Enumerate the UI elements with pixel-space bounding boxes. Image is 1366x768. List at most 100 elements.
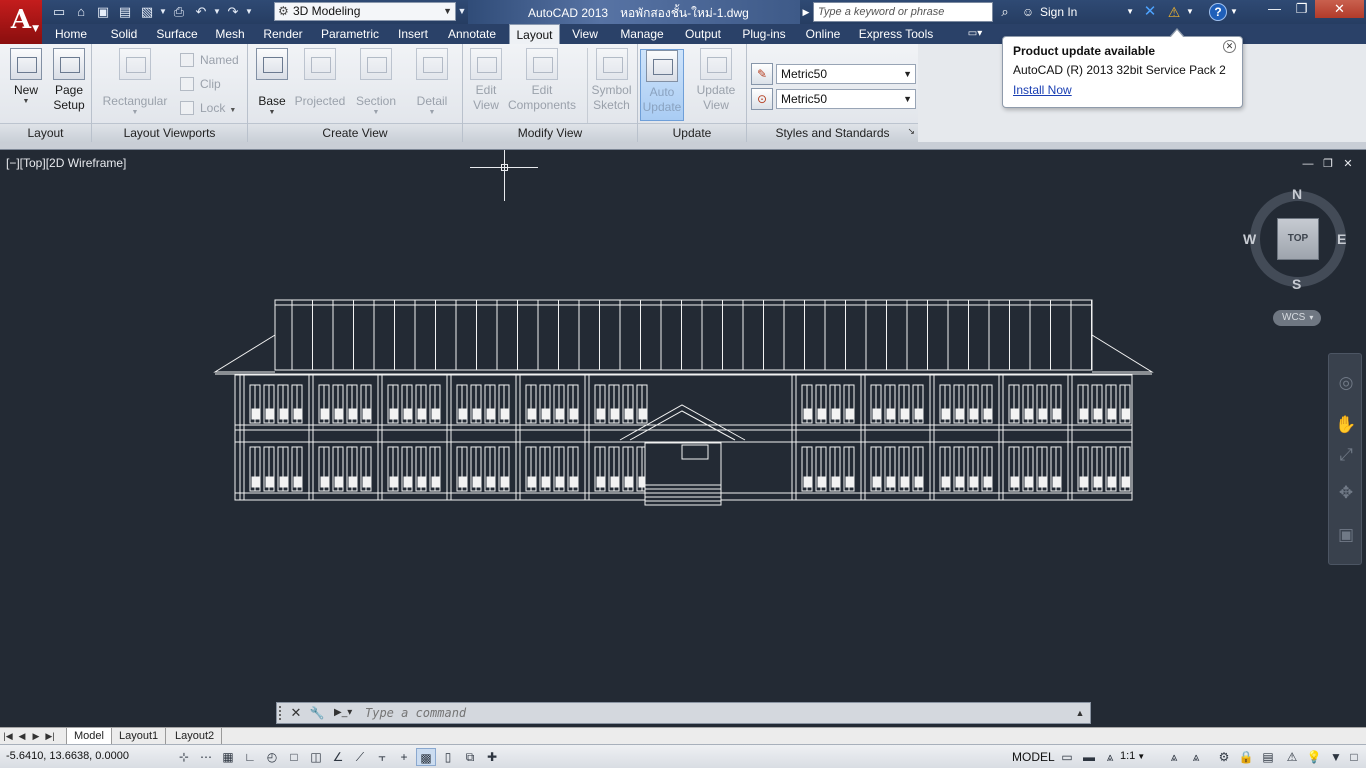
close-button[interactable]: ✕ [1315,0,1364,18]
auto-update-button[interactable]: Auto Update [640,49,684,121]
clean-screen-icon[interactable]: □ [1344,748,1364,766]
polar-tracking-icon[interactable]: ◴ [262,748,282,766]
update-notification-icon[interactable]: ⚠ [1163,2,1185,22]
lock-viewport-button[interactable]: Lock ▼ [178,98,236,118]
tab-insert[interactable]: Insert [392,24,434,44]
chevron-down-icon[interactable]: ▼ [1230,2,1238,22]
command-history-icon[interactable]: ▲ [1073,704,1087,722]
isolate-objects-icon[interactable]: ⚠ [1282,748,1302,766]
first-tab-icon[interactable]: |◀ [2,728,14,744]
tab-layout1[interactable]: Layout1 [112,728,167,744]
section-view-button[interactable]: Section ▼ [350,48,402,124]
tab-online[interactable]: Online [799,24,847,44]
viewport-close-button[interactable]: ✕ [1340,157,1356,171]
quick-view-layouts-icon[interactable]: ▭ [1057,748,1077,766]
ribbon-minimize-icon[interactable]: ▭▾ [962,24,988,44]
viewport-minimize-button[interactable]: — [1300,157,1316,171]
sign-in-button[interactable]: ☺ Sign In ▼ [1020,2,1136,22]
clip-viewport-button[interactable]: Clip [178,74,221,94]
application-menu-button[interactable]: A ▼ [0,0,42,44]
qat-customize-icon[interactable]: ▼ [456,2,468,21]
tab-solid[interactable]: Solid [104,24,144,44]
binoculars-icon[interactable]: ⌕ [995,2,1015,22]
infer-constraints-icon[interactable]: ⊹ [174,748,194,766]
section-view-style-select[interactable]: Metric50 ▼ [776,64,916,84]
annotation-scale-value[interactable]: 1:1 ▼ [1120,750,1145,762]
chevron-down-icon[interactable]: ▼ [244,2,254,22]
open-file-icon[interactable]: ⌂ [70,2,92,22]
workspace-switching-icon[interactable]: ⚙ [1214,748,1234,766]
detail-view-style-icon[interactable]: ⊙ [751,88,773,110]
update-view-button[interactable]: Update View [690,48,742,124]
projected-view-button[interactable]: Projected [292,48,348,124]
tab-home[interactable]: Home [48,24,94,44]
last-tab-icon[interactable]: ▶| [44,728,56,744]
close-icon[interactable]: ✕ [1223,40,1236,53]
detail-view-button[interactable]: Detail ▼ [406,48,458,124]
model-space-toggle[interactable]: MODEL [1012,750,1055,764]
section-view-style-icon[interactable]: ✎ [751,63,773,85]
publish-icon[interactable]: ▧ [136,2,158,22]
object-snap-tracking-icon[interactable]: ∠ [328,748,348,766]
chevron-down-icon[interactable]: ▼ [212,2,222,22]
command-prompt-icon[interactable]: ▶_▾ [334,706,356,720]
undo-icon[interactable]: ↶ [190,2,212,22]
wrench-icon[interactable]: 🔧 [309,704,325,722]
prev-tab-icon[interactable]: ◀ [16,728,28,744]
workspace-dropdown[interactable]: ⚙ 3D Modeling ▼ [274,2,456,21]
tab-surface[interactable]: Surface [152,24,202,44]
tab-plugins[interactable]: Plug-ins [735,24,793,44]
maximize-button[interactable]: ❐ [1288,0,1315,18]
annotation-visibility-icon[interactable]: ⩓ [1164,748,1184,766]
ucs-menu[interactable]: WCS ▾ [1273,310,1321,326]
command-line-grip[interactable] [279,706,285,720]
expand-arrow-icon[interactable]: ▶ [800,0,812,24]
showmotion-icon[interactable]: ▣ [1333,522,1359,548]
object-snap-icon[interactable]: □ [284,748,304,766]
quick-view-drawings-icon[interactable]: ▬ [1079,748,1099,766]
lineweight-icon[interactable]: + [394,748,414,766]
auto-scale-icon[interactable]: ⩓ [1186,748,1206,766]
symbol-sketch-button[interactable]: Symbol Sketch [587,48,635,124]
install-now-link[interactable]: Install Now [1013,83,1072,97]
annotation-monitor-icon[interactable]: ✚ [482,748,502,766]
base-view-button[interactable]: Base ▼ [252,48,292,124]
command-input[interactable] [365,704,1065,722]
chevron-down-icon[interactable]: ▼ [1186,2,1196,22]
compass-south[interactable]: S [1292,276,1301,292]
tab-express-tools[interactable]: Express Tools [855,24,937,44]
tab-view[interactable]: View [566,24,604,44]
save-icon[interactable]: ▣ [92,2,114,22]
tab-mesh[interactable]: Mesh [210,24,250,44]
minimize-button[interactable]: — [1261,0,1288,18]
grid-display-icon[interactable]: ▦ [218,748,238,766]
new-file-icon[interactable]: ▭ [48,2,70,22]
viewcube-top-face[interactable]: TOP [1277,218,1319,260]
cursor-coordinates[interactable]: -5.6410, 13.6638, 0.0000 [6,750,129,762]
hardware-acceleration-icon[interactable]: ▤ [1258,748,1278,766]
tab-layout2[interactable]: Layout2 [168,728,223,744]
detail-view-style-select[interactable]: Metric50 ▼ [776,89,916,109]
compass-west[interactable]: W [1243,231,1256,247]
close-icon[interactable]: ✕ [289,704,303,722]
search-input[interactable]: Type a keyword or phrase [813,2,993,22]
viewport-controls-label[interactable]: [−][Top][2D Wireframe] [6,156,126,170]
dynamic-input-icon[interactable]: ⫟ [372,748,392,766]
ortho-mode-icon[interactable]: ∟ [240,748,260,766]
drawing-canvas[interactable]: [−][Top][2D Wireframe] — ❐ ✕ TOP N S E W… [0,150,1366,727]
help-icon[interactable]: ? [1209,3,1227,21]
lightbulb-icon[interactable]: 💡 [1304,748,1324,766]
steering-wheel-icon[interactable]: ◎ [1333,370,1359,396]
transparency-icon[interactable]: ▩ [416,748,436,766]
save-as-icon[interactable]: ▤ [114,2,136,22]
tab-model[interactable]: Model [66,728,112,744]
edit-components-button[interactable]: Edit Components [505,48,579,124]
orbit-icon[interactable]: ✥ [1333,480,1359,506]
compass-east[interactable]: E [1337,231,1346,247]
edit-view-button[interactable]: Edit View [467,48,505,124]
new-layout-button[interactable]: New ▼ [6,48,46,124]
quick-properties-icon[interactable]: ▯ [438,748,458,766]
tab-layout[interactable]: Layout [509,24,560,44]
chevron-down-icon[interactable]: ▼ [1326,748,1346,766]
toolbar-lock-icon[interactable]: 🔒 [1236,748,1256,766]
